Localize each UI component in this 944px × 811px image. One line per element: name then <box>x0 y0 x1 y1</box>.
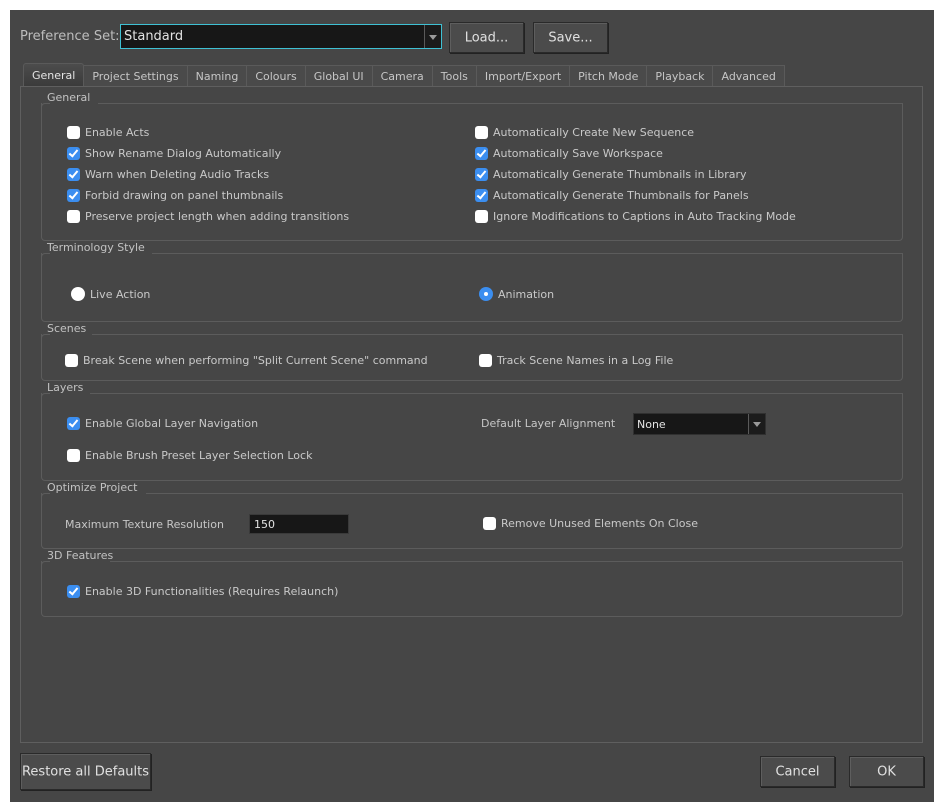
cancel-label: Cancel <box>775 764 820 779</box>
tab-advanced[interactable]: Advanced <box>713 65 785 87</box>
restore-defaults-label: Restore all Defaults <box>21 764 150 779</box>
checkbox-label: Enable Acts <box>85 126 150 139</box>
checkbox-icon[interactable] <box>67 449 80 462</box>
load-button-label: Load... <box>464 30 509 45</box>
checkbox-icon[interactable] <box>479 354 492 367</box>
checkbox-icon[interactable] <box>65 354 78 367</box>
tab-playback[interactable]: Playback <box>647 65 714 87</box>
checkbox-icon[interactable] <box>67 126 80 139</box>
checkbox-remove-unused-elements[interactable]: Remove Unused Elements On Close <box>483 517 698 530</box>
checkbox-checked-icon[interactable] <box>67 189 80 202</box>
checkbox-break-scene[interactable]: Break Scene when performing "Split Curre… <box>65 354 428 367</box>
radio-selected-icon[interactable] <box>479 287 493 301</box>
tab-tools[interactable]: Tools <box>432 65 477 87</box>
checkbox-track-scene-names[interactable]: Track Scene Names in a Log File <box>479 354 673 367</box>
checkbox-warn-deleting-audio[interactable]: Warn when Deleting Audio Tracks <box>67 168 269 181</box>
checkbox-label: Break Scene when performing "Split Curre… <box>83 354 428 367</box>
ok-button[interactable]: OK <box>849 756 924 787</box>
checkbox-label: Automatically Save Workspace <box>493 147 663 160</box>
tab-camera[interactable]: Camera <box>372 65 433 87</box>
radio-live-action[interactable]: Live Action <box>71 287 150 301</box>
preference-set-value: Standard <box>124 29 184 44</box>
load-button[interactable]: Load... <box>449 22 524 53</box>
default-layer-alignment-value: None <box>637 418 666 431</box>
checkbox-checked-icon[interactable] <box>475 189 488 202</box>
group-layers <box>41 393 903 481</box>
cancel-button[interactable]: Cancel <box>760 756 835 787</box>
radio-label: Live Action <box>90 287 151 301</box>
checkbox-auto-save-workspace[interactable]: Automatically Save Workspace <box>475 147 663 160</box>
preference-set-select[interactable]: Standard <box>120 24 442 49</box>
checkbox-icon[interactable] <box>475 126 488 139</box>
tab-naming[interactable]: Naming <box>187 65 248 87</box>
preference-set-label: Preference Set: <box>20 29 120 44</box>
max-texture-resolution-label: Maximum Texture Resolution <box>65 518 224 531</box>
checkbox-checked-icon[interactable] <box>475 147 488 160</box>
tab-import-export[interactable]: Import/Export <box>476 65 571 87</box>
checkbox-checked-icon[interactable] <box>67 147 80 160</box>
radio-animation[interactable]: Animation <box>479 287 554 301</box>
chevron-down-icon[interactable] <box>748 414 765 434</box>
checkbox-label: Enable Global Layer Navigation <box>85 417 259 430</box>
checkbox-checked-icon[interactable] <box>67 585 80 598</box>
checkbox-forbid-drawing-thumbnails[interactable]: Forbid drawing on panel thumbnails <box>67 189 283 202</box>
checkbox-preserve-project-length[interactable]: Preserve project length when adding tran… <box>67 210 349 223</box>
checkbox-label: Warn when Deleting Audio Tracks <box>85 168 270 181</box>
default-layer-alignment-label: Default Layer Alignment <box>481 417 616 430</box>
checkbox-label: Enable 3D Functionalities (Requires Rela… <box>85 585 339 598</box>
max-texture-resolution-input[interactable]: 150 <box>249 514 349 534</box>
checkbox-label: Ignore Modifications to Captions in Auto… <box>493 210 796 223</box>
save-button[interactable]: Save... <box>533 22 608 53</box>
chevron-down-icon[interactable] <box>424 25 441 48</box>
checkbox-global-layer-navigation[interactable]: Enable Global Layer Navigation <box>67 417 258 430</box>
checkbox-icon[interactable] <box>475 210 488 223</box>
checkbox-icon[interactable] <box>483 517 496 530</box>
ok-label: OK <box>877 764 896 779</box>
default-layer-alignment-select[interactable]: None <box>633 413 766 435</box>
checkbox-label: Automatically Generate Thumbnails in Lib… <box>493 168 747 181</box>
checkbox-checked-icon[interactable] <box>475 168 488 181</box>
tab-general[interactable]: General <box>23 63 85 87</box>
checkbox-icon[interactable] <box>67 210 80 223</box>
checkbox-checked-icon[interactable] <box>67 168 80 181</box>
checkbox-label: Automatically Generate Thumbnails for Pa… <box>493 189 749 202</box>
tab-colours[interactable]: Colours <box>247 65 306 87</box>
checkbox-label: Track Scene Names in a Log File <box>497 354 674 367</box>
checkbox-label: Preserve project length when adding tran… <box>85 210 350 223</box>
checkbox-ignore-caption-modifications[interactable]: Ignore Modifications to Captions in Auto… <box>475 210 796 223</box>
tab-pitch-mode[interactable]: Pitch Mode <box>570 65 648 87</box>
checkbox-enable-acts[interactable]: Enable Acts <box>67 126 149 139</box>
tab-bar: General Project Settings Naming Colours … <box>23 63 785 87</box>
tab-global-ui[interactable]: Global UI <box>305 65 373 87</box>
group-terminology <box>41 253 903 322</box>
checkbox-label: Automatically Create New Sequence <box>493 126 695 139</box>
preferences-dialog: Preference Set: Standard Load... Save...… <box>10 10 934 802</box>
checkbox-auto-thumbnails-library[interactable]: Automatically Generate Thumbnails in Lib… <box>475 168 747 181</box>
checkbox-label: Enable Brush Preset Layer Selection Lock <box>85 449 313 462</box>
checkbox-show-rename-dialog[interactable]: Show Rename Dialog Automatically <box>67 147 281 160</box>
tab-project-settings[interactable]: Project Settings <box>84 65 188 87</box>
checkbox-auto-thumbnails-panels[interactable]: Automatically Generate Thumbnails for Pa… <box>475 189 749 202</box>
radio-icon[interactable] <box>71 287 85 301</box>
checkbox-checked-icon[interactable] <box>67 417 80 430</box>
checkbox-label: Show Rename Dialog Automatically <box>85 147 282 160</box>
checkbox-auto-create-sequence[interactable]: Automatically Create New Sequence <box>475 126 694 139</box>
checkbox-label: Forbid drawing on panel thumbnails <box>85 189 284 202</box>
checkbox-brush-preset-lock[interactable]: Enable Brush Preset Layer Selection Lock <box>67 449 312 462</box>
checkbox-enable-3d[interactable]: Enable 3D Functionalities (Requires Rela… <box>67 585 338 598</box>
restore-defaults-button[interactable]: Restore all Defaults <box>20 753 151 790</box>
radio-label: Animation <box>498 287 555 301</box>
checkbox-label: Remove Unused Elements On Close <box>501 517 698 530</box>
save-button-label: Save... <box>548 30 593 45</box>
